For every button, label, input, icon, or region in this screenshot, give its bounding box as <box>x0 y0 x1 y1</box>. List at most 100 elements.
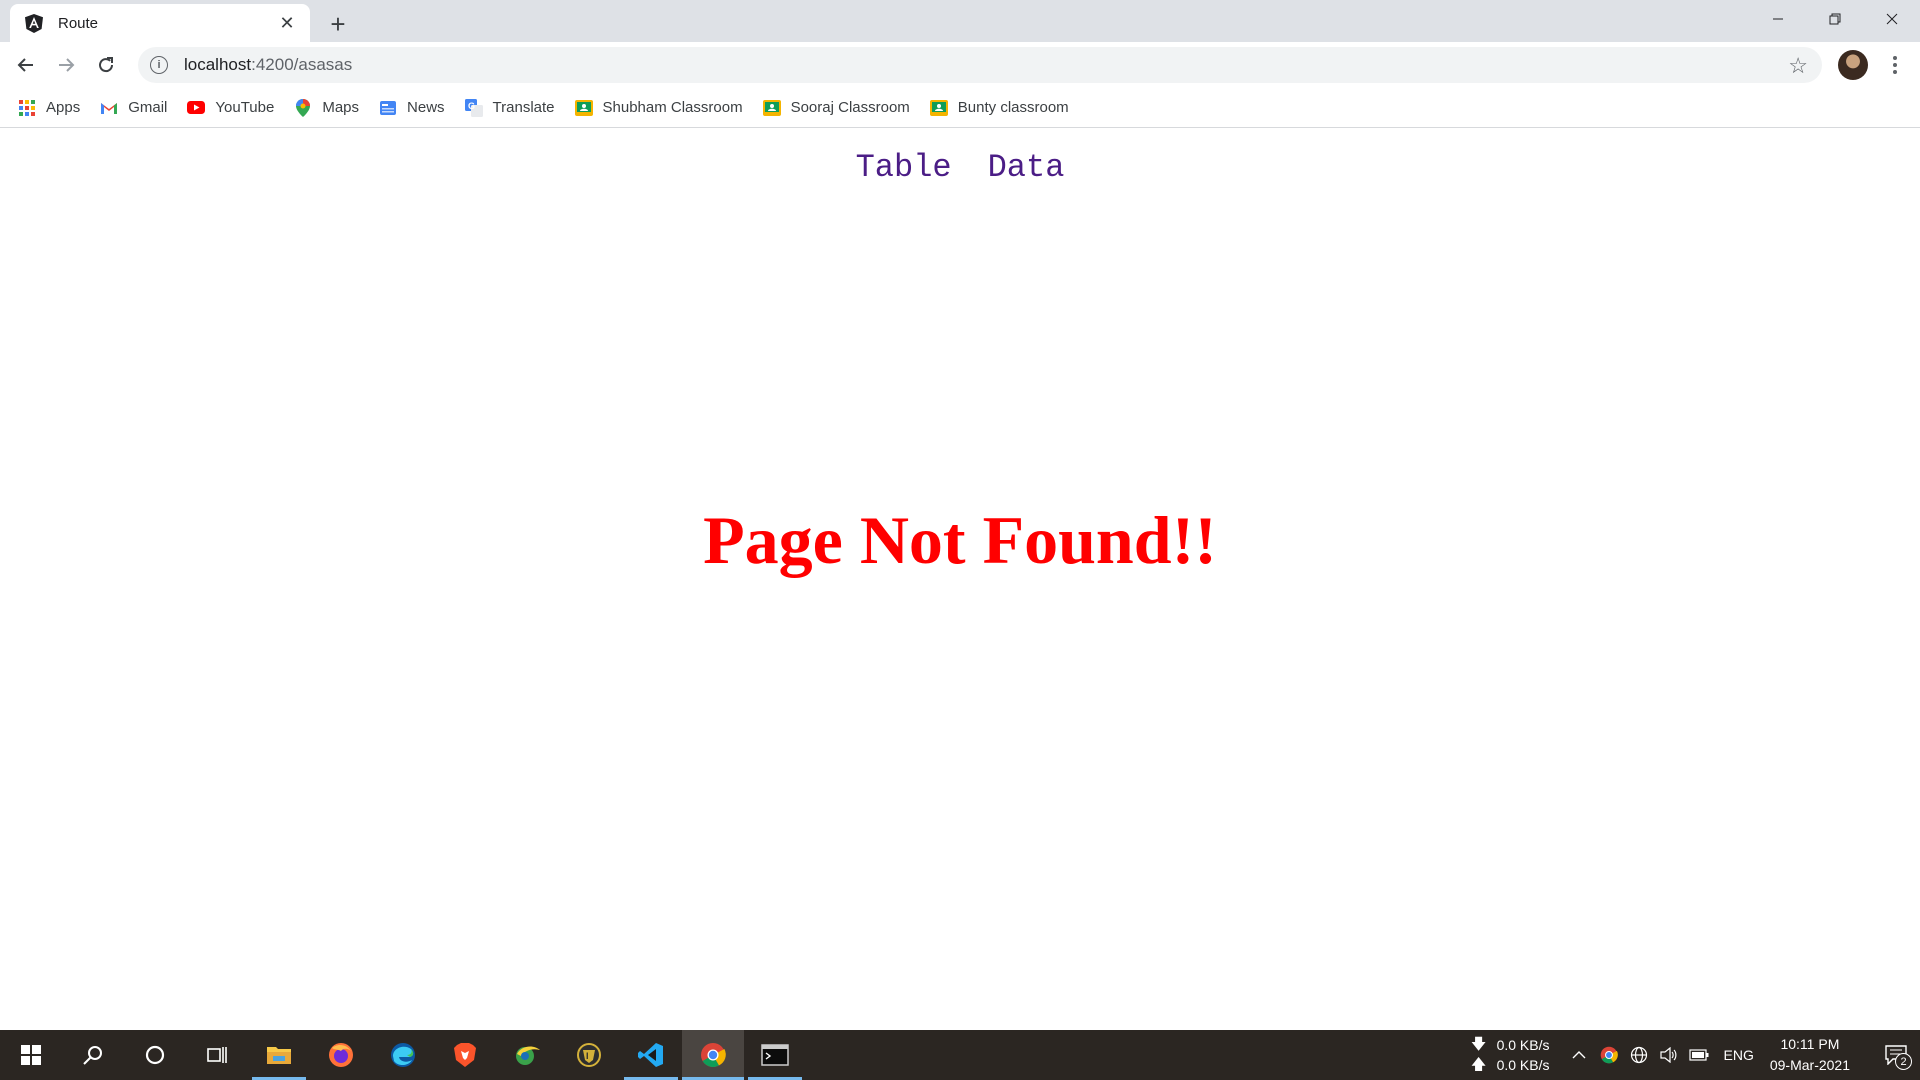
bookmark-label: Apps <box>46 99 81 116</box>
classroom-icon <box>929 99 948 117</box>
brave-button[interactable] <box>434 1030 496 1080</box>
page-not-found-heading: Page Not Found!! <box>703 502 1217 578</box>
classroom-icon <box>574 99 593 117</box>
task-view-icon <box>207 1047 227 1063</box>
edge-icon <box>391 1043 415 1067</box>
globe-arrow-icon <box>516 1046 540 1065</box>
network-globe-icon[interactable] <box>1624 1030 1654 1080</box>
reload-icon <box>99 57 114 73</box>
download-arrow-icon: 🡇 <box>1470 1036 1487 1053</box>
terminal-icon <box>761 1044 789 1066</box>
vscode-icon <box>638 1043 663 1067</box>
terminal-button[interactable] <box>744 1030 806 1080</box>
bookmark-star-icon[interactable]: ☆ <box>1788 53 1808 79</box>
tab-title: Route <box>58 14 99 32</box>
forward-arrow-icon <box>59 58 75 72</box>
firefox-button[interactable] <box>310 1030 372 1080</box>
battery-icon[interactable] <box>1684 1030 1714 1080</box>
tab-strip: Route ✕ + <box>0 0 1920 42</box>
chrome-tray-icon[interactable] <box>1594 1030 1624 1080</box>
start-button[interactable] <box>0 1030 62 1080</box>
chrome-icon <box>701 1043 726 1068</box>
forward-button[interactable] <box>46 45 86 85</box>
bookmarks-bar: Apps Gmail YouTube Maps News G Translate <box>0 88 1920 128</box>
network-speed: 🡇 0.0 KB/s 🡅 0.0 KB/s <box>1469 1035 1550 1075</box>
bookmark-label: YouTube <box>215 99 275 116</box>
bookmark-youtube[interactable]: YouTube <box>187 99 274 117</box>
bookmark-label: News <box>407 99 445 116</box>
vscode-button[interactable] <box>620 1030 682 1080</box>
bookmark-sooraj-classroom[interactable]: Sooraj Classroom <box>762 99 910 117</box>
browser-menu-icon[interactable] <box>1880 50 1910 80</box>
window-controls <box>1749 0 1920 38</box>
close-tab-icon[interactable]: ✕ <box>276 12 298 34</box>
close-window-button[interactable] <box>1863 0 1920 38</box>
input-language[interactable]: ENG <box>1724 1047 1754 1063</box>
data-link[interactable]: Data <box>988 149 1065 186</box>
upload-speed: 0.0 KB/s <box>1496 1057 1550 1073</box>
upload-arrow-icon: 🡅 <box>1470 1056 1487 1073</box>
edge-button[interactable] <box>372 1030 434 1080</box>
cortana-button[interactable] <box>124 1030 186 1080</box>
bookmark-label: Shubham Classroom <box>602 99 743 116</box>
app-globe-button[interactable] <box>496 1030 558 1080</box>
page-nav: Table Data <box>0 149 1920 186</box>
profile-avatar[interactable] <box>1838 50 1868 80</box>
url-text: localhost:4200/asasas <box>184 55 353 74</box>
show-hidden-icons-chevron-icon[interactable] <box>1564 1030 1594 1080</box>
bookmark-label: Sooraj Classroom <box>790 99 910 116</box>
bookmark-label: Maps <box>322 99 360 116</box>
angular-icon <box>24 13 44 33</box>
browser-tab[interactable]: Route ✕ <box>10 4 310 42</box>
address-bar[interactable]: i localhost:4200/asasas ☆ <box>138 47 1822 83</box>
app-shield-button[interactable]: I <box>558 1030 620 1080</box>
cortana-circle-icon <box>145 1045 165 1065</box>
bookmark-label: Bunty classroom <box>957 99 1069 116</box>
new-tab-button[interactable]: + <box>322 8 354 40</box>
search-button[interactable] <box>62 1030 124 1080</box>
bookmark-label: Translate <box>492 99 555 116</box>
brave-lion-icon <box>454 1043 476 1067</box>
back-arrow-icon <box>17 58 33 72</box>
system-tray: 🡇 0.0 KB/s 🡅 0.0 KB/s ENG 10:11 PM 09-Mar-… <box>1469 1030 1920 1080</box>
restore-button[interactable] <box>1806 0 1863 38</box>
search-icon <box>83 1046 102 1065</box>
clock-date: 09-Mar-2021 <box>1769 1057 1850 1073</box>
folder-icon <box>267 1047 291 1064</box>
gmail-icon <box>100 99 118 117</box>
translate-icon: G <box>464 98 483 117</box>
shield-badge-icon: I <box>577 1043 601 1067</box>
bookmark-maps[interactable]: Maps <box>294 98 360 117</box>
task-view-button[interactable] <box>186 1030 248 1080</box>
download-speed: 0.0 KB/s <box>1496 1037 1550 1053</box>
browser-toolbar: i localhost:4200/asasas ☆ <box>0 42 1920 88</box>
clock-time: 10:11 PM <box>1780 1036 1840 1052</box>
bookmark-gmail[interactable]: Gmail <box>100 99 167 117</box>
reload-button[interactable] <box>86 45 126 85</box>
youtube-icon <box>187 99 206 117</box>
bookmark-translate[interactable]: G Translate <box>464 98 555 117</box>
classroom-icon <box>762 99 781 117</box>
svg-text:I: I <box>586 1051 589 1061</box>
maps-icon <box>294 98 312 117</box>
minimize-button[interactable] <box>1749 0 1806 38</box>
file-explorer-button[interactable] <box>248 1030 310 1080</box>
svg-text:G: G <box>468 101 475 111</box>
news-icon <box>379 99 397 117</box>
windows-taskbar: I 🡇 0.0 KB/s 🡅 0.0 KB/s ENG 10:11 PM 09-… <box>0 1030 1920 1080</box>
bookmark-shubham-classroom[interactable]: Shubham Classroom <box>574 99 743 117</box>
notification-count-badge: 2 <box>1895 1053 1912 1070</box>
back-button[interactable] <box>6 45 46 85</box>
bookmark-apps[interactable]: Apps <box>18 99 80 117</box>
clock[interactable]: 10:11 PM 09-Mar-2021 <box>1770 1034 1850 1076</box>
action-center-button[interactable]: 2 <box>1872 1030 1920 1080</box>
bookmark-bunty-classroom[interactable]: Bunty classroom <box>929 99 1069 117</box>
table-link[interactable]: Table <box>856 149 952 186</box>
page-content: Table Data Page Not Found!! <box>0 129 1920 1029</box>
info-icon[interactable]: i <box>150 56 168 74</box>
volume-icon[interactable] <box>1654 1030 1684 1080</box>
bookmark-news[interactable]: News <box>379 99 445 117</box>
chrome-button[interactable] <box>682 1030 744 1080</box>
firefox-icon <box>329 1043 353 1067</box>
windows-logo-icon <box>21 1045 41 1065</box>
